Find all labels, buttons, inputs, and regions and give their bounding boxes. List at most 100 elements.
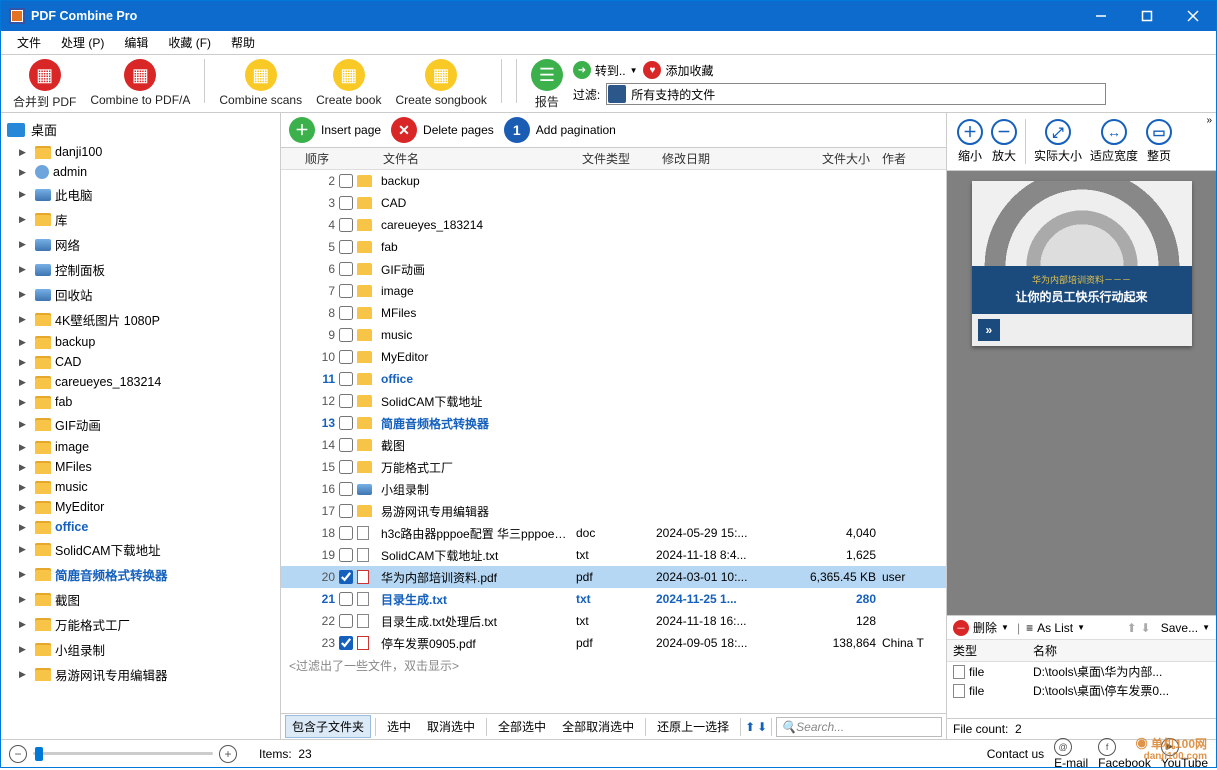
row-checkbox[interactable] — [339, 460, 353, 474]
menu-fav[interactable]: 收藏 (F) — [158, 32, 221, 53]
maximize-button[interactable] — [1124, 1, 1170, 31]
actual-size-button[interactable]: ⤢实际大小 — [1034, 119, 1082, 164]
tool-create-book[interactable]: ▦Create book — [312, 59, 385, 110]
caret-icon[interactable]: ▶ — [19, 442, 31, 453]
fit-width-button[interactable]: ↔适应宽度 — [1090, 119, 1138, 164]
row-checkbox[interactable] — [339, 218, 353, 232]
row-checkbox[interactable] — [339, 372, 353, 386]
row-checkbox[interactable] — [339, 284, 353, 298]
tree-item[interactable]: ▶此电脑 — [1, 182, 280, 207]
caret-icon[interactable]: ▶ — [19, 289, 31, 300]
row-checkbox[interactable] — [339, 262, 353, 276]
file-row[interactable]: 9 music — [281, 324, 946, 346]
up-arrow-icon[interactable]: ⬆ — [745, 720, 755, 734]
row-checkbox[interactable] — [339, 174, 353, 188]
row-checkbox[interactable] — [339, 350, 353, 364]
caret-icon[interactable]: ▶ — [19, 462, 31, 473]
caret-icon[interactable]: ▶ — [19, 264, 31, 275]
check-all-button[interactable]: 全部选中 — [491, 715, 553, 738]
file-list[interactable]: 2 backup 3 CAD 4 careueyes_183214 5 fab … — [281, 170, 946, 713]
report-button[interactable]: ☰ 报告 — [527, 59, 567, 110]
tool-create-songbook[interactable]: ▦Create songbook — [391, 59, 490, 110]
caret-icon[interactable]: ▶ — [19, 214, 31, 225]
facebook-link[interactable]: f Facebook — [1098, 738, 1151, 770]
tree-item[interactable]: ▶danji100 — [1, 142, 280, 162]
uncheck-button[interactable]: 取消选中 — [420, 715, 482, 738]
save-list-button[interactable]: Save... — [1161, 621, 1198, 635]
youtube-link[interactable]: ▶ YouTube — [1161, 738, 1208, 770]
file-row[interactable]: 23 停车发票0905.pdf pdf 2024-09-05 18:... 13… — [281, 632, 946, 654]
col-author[interactable]: 作者 — [876, 150, 946, 167]
tree-item[interactable]: ▶小组录制 — [1, 637, 280, 662]
tree-item[interactable]: ▶MFiles — [1, 457, 280, 477]
email-link[interactable]: @ E-mail — [1054, 738, 1088, 770]
file-row[interactable]: 6 GIF动画 — [281, 258, 946, 280]
whole-page-button[interactable]: ▭整页 — [1146, 119, 1172, 164]
delete-pages-button[interactable]: ✕Delete pages — [391, 117, 494, 143]
caret-icon[interactable]: ▶ — [19, 502, 31, 513]
file-row[interactable]: 17 易游网讯专用编辑器 — [281, 500, 946, 522]
file-row[interactable]: 2 backup — [281, 170, 946, 192]
tree-item[interactable]: ▶careueyes_183214 — [1, 372, 280, 392]
file-row[interactable]: 19 SolidCAM下载地址.txt txt 2024-11-18 8:4..… — [281, 544, 946, 566]
row-checkbox[interactable] — [339, 328, 353, 342]
file-row[interactable]: 13 简鹿音频格式转换器 — [281, 412, 946, 434]
file-row[interactable]: 18 h3c路由器pppoe配置 华三pppoe优秀.doc doc 2024-… — [281, 522, 946, 544]
minimize-button[interactable] — [1078, 1, 1124, 31]
file-row[interactable]: 8 MFiles — [281, 302, 946, 324]
zoom-plus-button[interactable]: + — [219, 745, 237, 763]
uncheck-all-button[interactable]: 全部取消选中 — [555, 715, 641, 738]
row-checkbox[interactable] — [339, 526, 353, 540]
tree-item[interactable]: ▶回收站 — [1, 282, 280, 307]
row-checkbox[interactable] — [339, 548, 353, 562]
col-name[interactable]: 文件名 — [377, 150, 576, 167]
insert-page-button[interactable]: ＋Insert page — [289, 117, 381, 143]
caret-icon[interactable]: ▶ — [19, 522, 31, 533]
restore-selection-button[interactable]: 还原上一选择 — [650, 715, 736, 738]
tree-item[interactable]: ▶admin — [1, 162, 280, 182]
close-button[interactable] — [1170, 1, 1216, 31]
menu-process[interactable]: 处理 (P) — [51, 32, 114, 53]
preview-viewport[interactable]: 华为内部培训资料－－－让你的员工快乐行动起来 » — [947, 171, 1216, 615]
tree-item[interactable]: ▶4K壁纸图片 1080P — [1, 307, 280, 332]
row-checkbox[interactable] — [339, 636, 353, 650]
down-arrow-icon[interactable]: ⬇ — [757, 720, 767, 734]
view-as-list-button[interactable]: As List — [1037, 621, 1073, 635]
file-row[interactable]: 3 CAD — [281, 192, 946, 214]
row-checkbox[interactable] — [339, 196, 353, 210]
file-row[interactable]: 10 MyEditor — [281, 346, 946, 368]
caret-icon[interactable]: ▶ — [19, 357, 31, 368]
selected-file-row[interactable]: fileD:\tools\桌面\停车发票0... — [947, 681, 1216, 700]
tree-item[interactable]: ▶截图 — [1, 587, 280, 612]
row-checkbox[interactable] — [339, 570, 353, 584]
tool-combine-to-pdf/a[interactable]: ▦Combine to PDF/A — [86, 59, 194, 110]
col-name-right[interactable]: 名称 — [1033, 642, 1057, 659]
goto-button[interactable]: ➜转到..▼ — [573, 61, 638, 79]
file-row[interactable]: 7 image — [281, 280, 946, 302]
file-list-header[interactable]: 顺序 文件名 文件类型 修改日期 文件大小 作者 — [281, 148, 946, 170]
file-row[interactable]: 12 SolidCAM下载地址 — [281, 390, 946, 412]
caret-icon[interactable]: ▶ — [19, 419, 31, 430]
zoom-minus-button[interactable]: − — [9, 745, 27, 763]
tree-item[interactable]: ▶image — [1, 437, 280, 457]
tree-item[interactable]: ▶music — [1, 477, 280, 497]
folder-tree[interactable]: 桌面 ▶danji100▶admin▶此电脑▶库▶网络▶控制面板▶回收站▶4K壁… — [1, 113, 281, 739]
tree-item[interactable]: ▶SolidCAM下载地址 — [1, 537, 280, 562]
zoom-in-button[interactable]: －放大 — [991, 119, 1017, 164]
file-row[interactable]: 22 目录生成.txt处理后.txt txt 2024-11-18 16:...… — [281, 610, 946, 632]
caret-icon[interactable]: ▶ — [19, 594, 31, 605]
row-checkbox[interactable] — [339, 306, 353, 320]
caret-icon[interactable]: ▶ — [19, 644, 31, 655]
row-checkbox[interactable] — [339, 614, 353, 628]
file-row[interactable]: 20 华为内部培训资料.pdf pdf 2024-03-01 10:... 6,… — [281, 566, 946, 588]
tree-item[interactable]: ▶万能格式工厂 — [1, 612, 280, 637]
selected-file-row[interactable]: fileD:\tools\桌面\华为内部... — [947, 662, 1216, 681]
row-checkbox[interactable] — [339, 394, 353, 408]
file-row[interactable]: 21 目录生成.txt txt 2024-11-25 1... 280 — [281, 588, 946, 610]
col-seq[interactable]: 顺序 — [285, 150, 335, 167]
col-size[interactable]: 文件大小 — [776, 150, 876, 167]
tool-合并到-pdf[interactable]: ▦合并到 PDF — [9, 59, 80, 110]
file-row[interactable]: 14 截图 — [281, 434, 946, 456]
row-checkbox[interactable] — [339, 504, 353, 518]
delete-selected-button[interactable]: 删除 — [973, 619, 997, 636]
